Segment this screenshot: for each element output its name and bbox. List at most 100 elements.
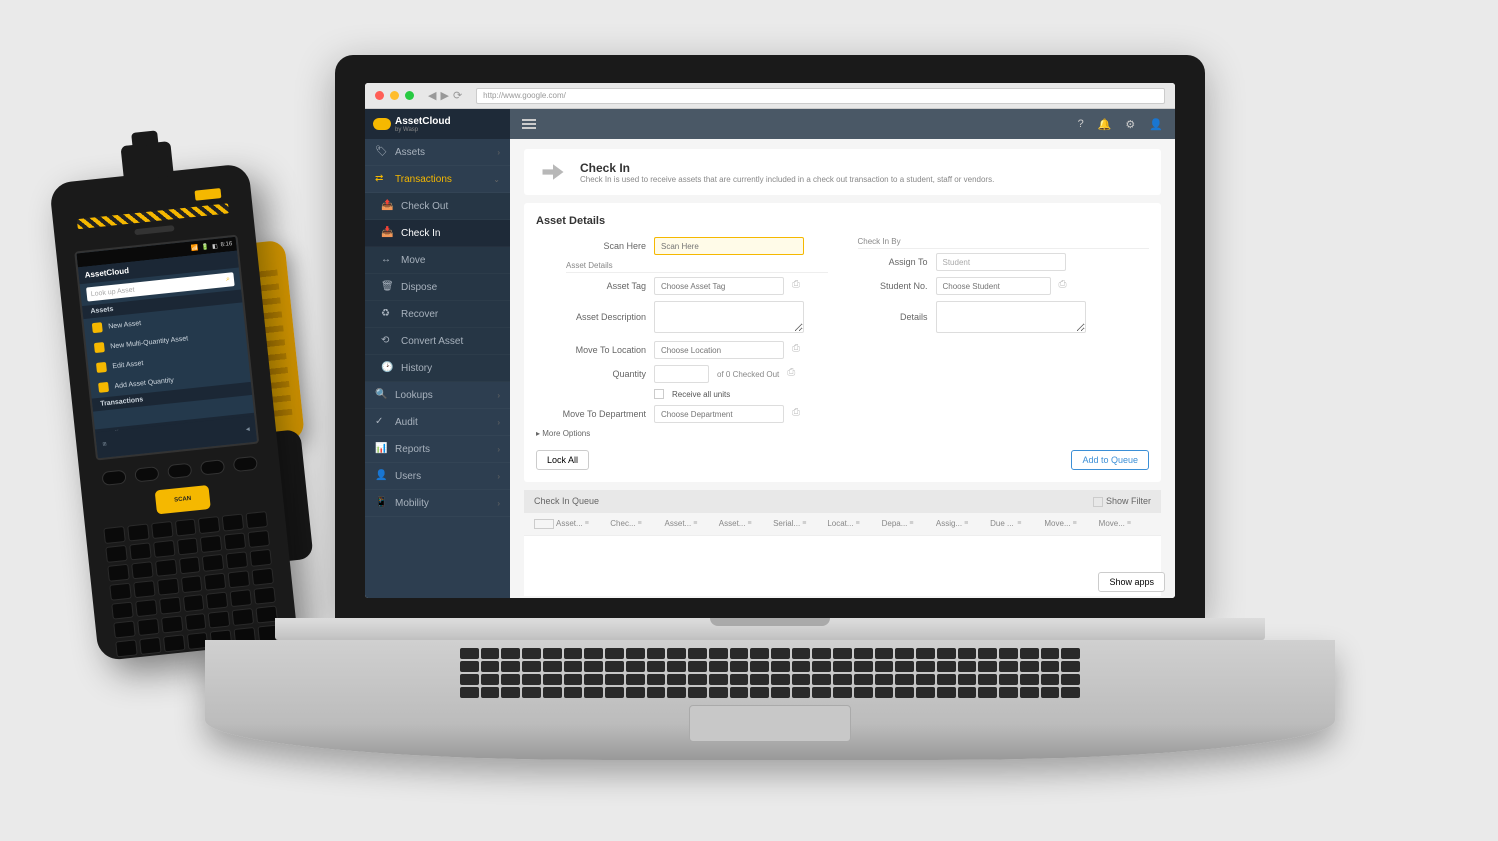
keypad-key[interactable] — [139, 637, 161, 655]
sidebar-item-audit[interactable]: ✓Audit› — [365, 409, 510, 436]
hh-btn[interactable] — [134, 466, 159, 482]
keypad-key[interactable] — [159, 597, 181, 615]
sidebar-item-history[interactable]: 🕑History — [365, 355, 510, 382]
sidebar-item-mobility[interactable]: 📱Mobility› — [365, 490, 510, 517]
forward-icon[interactable]: ▶ — [440, 89, 448, 102]
col-move2[interactable]: Move...≡ — [1099, 519, 1151, 529]
keypad-key[interactable] — [111, 602, 133, 620]
show-apps-button[interactable]: Show apps — [1098, 572, 1165, 592]
sidebar-item-users[interactable]: 👤Users› — [365, 463, 510, 490]
col-asset3[interactable]: Asset...≡ — [719, 519, 771, 529]
keypad-key[interactable] — [107, 564, 129, 582]
keypad-key[interactable] — [109, 583, 131, 601]
sidebar-item-reports[interactable]: 📊Reports› — [365, 436, 510, 463]
keypad-key[interactable] — [254, 587, 276, 605]
keypad-key[interactable] — [131, 561, 153, 579]
more-options-toggle[interactable]: ▸ More Options — [536, 429, 828, 438]
keypad-key[interactable] — [151, 521, 173, 539]
keypad-key[interactable] — [228, 570, 250, 588]
keypad-key[interactable] — [248, 530, 270, 548]
col-assig[interactable]: Assig...≡ — [936, 519, 988, 529]
keypad-key[interactable] — [115, 639, 137, 657]
window-minimize-icon[interactable] — [390, 91, 399, 100]
barcode-icon[interactable]: ⎙ — [1059, 279, 1073, 293]
col-move[interactable]: Move...≡ — [1044, 519, 1096, 529]
col-check[interactable]: Chec...≡ — [610, 519, 662, 529]
keypad-key[interactable] — [163, 634, 185, 652]
keypad-key[interactable] — [127, 523, 149, 541]
sidebar-item-recover[interactable]: ♻Recover — [365, 301, 510, 328]
barcode-icon[interactable]: ⎙ — [792, 407, 806, 421]
window-close-icon[interactable] — [375, 91, 384, 100]
keypad-key[interactable] — [129, 542, 151, 560]
window-maximize-icon[interactable] — [405, 91, 414, 100]
keypad-key[interactable] — [226, 551, 248, 569]
select-all-checkbox[interactable] — [534, 519, 554, 529]
keypad-key[interactable] — [206, 592, 228, 610]
keypad-key[interactable] — [157, 578, 179, 596]
quantity-input[interactable] — [654, 365, 709, 383]
help-icon[interactable]: ? — [1078, 118, 1084, 131]
refresh-icon[interactable]: ⟳ — [453, 89, 462, 102]
keypad-key[interactable] — [105, 545, 127, 563]
keypad-key[interactable] — [182, 594, 204, 612]
barcode-icon[interactable]: ⎙ — [792, 279, 806, 293]
move-location-input[interactable] — [654, 341, 784, 359]
keypad-key[interactable] — [137, 618, 159, 636]
col-serial[interactable]: Serial...≡ — [773, 519, 825, 529]
notifications-icon[interactable]: 🔔 — [1098, 118, 1112, 131]
details-input[interactable] — [936, 301, 1086, 333]
keypad-key[interactable] — [250, 549, 272, 567]
move-dept-input[interactable] — [654, 405, 784, 423]
col-asset[interactable]: Asset...≡ — [556, 519, 608, 529]
back-icon[interactable]: ◀ — [428, 89, 436, 102]
keypad-key[interactable] — [200, 535, 222, 553]
keypad-key[interactable] — [222, 514, 244, 532]
keypad-key[interactable] — [224, 532, 246, 550]
keypad-key[interactable] — [103, 526, 125, 544]
keypad-key[interactable] — [246, 511, 268, 529]
show-filter-checkbox[interactable] — [1093, 497, 1103, 507]
keypad-key[interactable] — [180, 575, 202, 593]
sidebar-item-convert[interactable]: ⟲Convert Asset — [365, 328, 510, 355]
scan-button[interactable]: SCAN — [155, 485, 211, 515]
keypad-key[interactable] — [252, 568, 274, 586]
barcode-icon[interactable]: ⎙ — [792, 343, 806, 357]
keypad-key[interactable] — [178, 556, 200, 574]
keypad-key[interactable] — [202, 554, 224, 572]
sidebar-item-lookups[interactable]: 🔍Lookups› — [365, 382, 510, 409]
col-locat[interactable]: Locat...≡ — [827, 519, 879, 529]
lock-all-button[interactable]: Lock All — [536, 450, 589, 470]
keypad-key[interactable] — [232, 608, 254, 626]
scan-input[interactable] — [654, 237, 804, 255]
keypad-key[interactable] — [155, 559, 177, 577]
keypad-key[interactable] — [176, 537, 198, 555]
asset-desc-input[interactable] — [654, 301, 804, 333]
keypad-key[interactable] — [133, 580, 155, 598]
keypad-key[interactable] — [184, 613, 206, 631]
url-input[interactable] — [476, 88, 1165, 104]
assign-to-select[interactable]: Student — [936, 253, 1066, 271]
sidebar-item-dispose[interactable]: 🗑Dispose — [365, 274, 510, 301]
keypad-key[interactable] — [113, 620, 135, 638]
keypad-key[interactable] — [161, 615, 183, 633]
hh-btn[interactable] — [102, 469, 127, 485]
hh-btn[interactable] — [232, 456, 257, 472]
asset-tag-input[interactable] — [654, 277, 784, 295]
add-to-queue-button[interactable]: Add to Queue — [1071, 450, 1149, 470]
keypad-key[interactable] — [230, 589, 252, 607]
col-dept[interactable]: Depa...≡ — [882, 519, 934, 529]
hh-btn[interactable] — [167, 463, 192, 479]
sidebar-item-checkin[interactable]: 📥Check In — [365, 220, 510, 247]
hh-btn[interactable] — [200, 459, 225, 475]
receive-all-checkbox[interactable] — [654, 389, 664, 399]
keypad-key[interactable] — [153, 540, 175, 558]
sidebar-item-checkout[interactable]: 📤Check Out — [365, 193, 510, 220]
hamburger-icon[interactable] — [522, 119, 536, 129]
keypad-key[interactable] — [208, 610, 230, 628]
col-due[interactable]: Due ...≡ — [990, 519, 1042, 529]
keypad-key[interactable] — [204, 573, 226, 591]
keypad-key[interactable] — [174, 518, 196, 536]
sidebar-item-move[interactable]: ↔Move — [365, 247, 510, 274]
keypad-key[interactable] — [135, 599, 157, 617]
